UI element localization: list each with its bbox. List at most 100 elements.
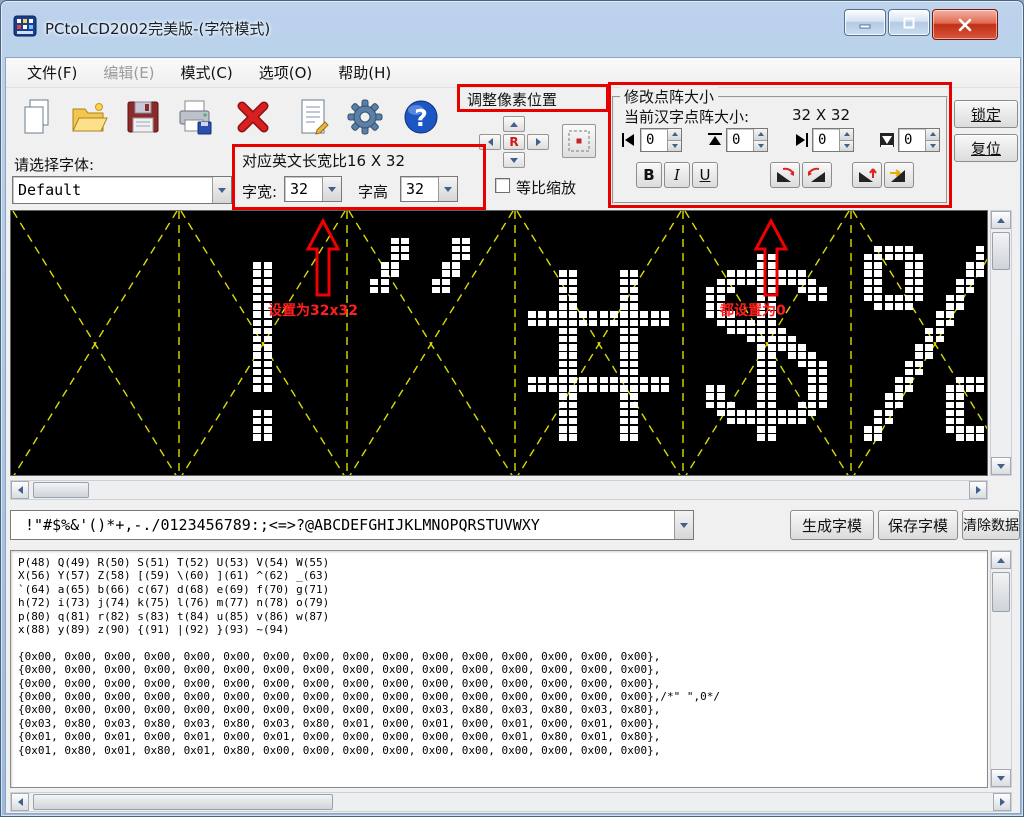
pixel-block[interactable] xyxy=(905,377,913,383)
pixel-block[interactable] xyxy=(391,262,399,268)
pixel-block[interactable] xyxy=(559,352,567,358)
pixel-block[interactable] xyxy=(808,361,816,367)
pixel-block[interactable] xyxy=(462,238,470,244)
pixel-block[interactable] xyxy=(757,344,765,350)
pixel-block[interactable] xyxy=(381,287,389,293)
pixel-block[interactable] xyxy=(253,344,261,350)
pixel-block[interactable] xyxy=(788,410,796,416)
pixel-block[interactable] xyxy=(569,320,577,326)
pixel-block[interactable] xyxy=(717,393,725,399)
pixel-block[interactable] xyxy=(432,279,440,285)
pixel-block[interactable] xyxy=(946,311,954,317)
pixel-block[interactable] xyxy=(651,320,659,326)
pixel-block[interactable] xyxy=(569,377,577,383)
scroll-up-button[interactable] xyxy=(991,551,1011,569)
pixel-block[interactable] xyxy=(569,287,577,293)
pixel-block[interactable] xyxy=(936,328,944,334)
pixel-block[interactable] xyxy=(559,410,567,416)
notes-button[interactable] xyxy=(290,94,336,140)
pixel-block[interactable] xyxy=(778,418,786,424)
pixel-block[interactable] xyxy=(915,270,923,276)
pixel-block[interactable] xyxy=(798,402,806,408)
pixel-block[interactable] xyxy=(915,254,923,260)
pixel-block[interactable] xyxy=(905,303,913,309)
pixel-block[interactable] xyxy=(798,418,806,424)
scale-checkbox[interactable] xyxy=(495,178,510,193)
pixel-block[interactable] xyxy=(768,328,776,334)
pixel-block[interactable] xyxy=(559,434,567,440)
pixel-block[interactable] xyxy=(768,344,776,350)
pixel-block[interactable] xyxy=(452,262,460,268)
pixel-block[interactable] xyxy=(253,328,261,334)
pixel-block[interactable] xyxy=(264,279,272,285)
move-left-button[interactable] xyxy=(479,134,501,150)
pixel-block[interactable] xyxy=(905,262,913,268)
output-vscroll-thumb[interactable] xyxy=(992,572,1010,612)
pixel-block[interactable] xyxy=(757,352,765,358)
pixel-block[interactable] xyxy=(630,385,638,391)
pixel-block[interactable] xyxy=(620,270,628,276)
open-button[interactable] xyxy=(66,94,112,140)
pixel-block[interactable] xyxy=(381,279,389,285)
pixel-block[interactable] xyxy=(757,361,765,367)
pixel-block[interactable] xyxy=(946,320,954,326)
pixel-block[interactable] xyxy=(768,393,776,399)
pixel-block[interactable] xyxy=(757,320,765,326)
spin-up-button[interactable] xyxy=(754,129,767,140)
pixel-block[interactable] xyxy=(987,426,988,432)
generate-font-button[interactable]: 生成字模 xyxy=(790,510,874,540)
pixel-block[interactable] xyxy=(925,344,933,350)
pixel-block[interactable] xyxy=(452,238,460,244)
pixel-block[interactable] xyxy=(757,369,765,375)
pixel-block[interactable] xyxy=(559,303,567,309)
pixel-block[interactable] xyxy=(798,352,806,358)
pixel-block[interactable] xyxy=(442,262,450,268)
pixel-block[interactable] xyxy=(549,320,557,326)
pixel-block[interactable] xyxy=(915,344,923,350)
pixel-block[interactable] xyxy=(559,320,567,326)
scroll-left-button[interactable] xyxy=(11,793,29,811)
pixel-block[interactable] xyxy=(885,254,893,260)
pixel-block[interactable] xyxy=(757,426,765,432)
pixel-block[interactable] xyxy=(717,402,725,408)
pixel-block[interactable] xyxy=(569,344,577,350)
pixel-block[interactable] xyxy=(559,279,567,285)
pixel-block[interactable] xyxy=(966,270,974,276)
pixel-block[interactable] xyxy=(798,270,806,276)
pixel-block[interactable] xyxy=(768,369,776,375)
lock-button[interactable]: 锁定 xyxy=(954,100,1018,128)
pixel-block[interactable] xyxy=(630,344,638,350)
pixel-block[interactable] xyxy=(569,303,577,309)
pixel-block[interactable] xyxy=(630,279,638,285)
pixel-block[interactable] xyxy=(589,320,597,326)
pixel-block[interactable] xyxy=(630,377,638,383)
pixel-block[interactable] xyxy=(264,434,272,440)
pixel-block[interactable] xyxy=(808,377,816,383)
pixel-block[interactable] xyxy=(549,385,557,391)
pixel-block[interactable] xyxy=(391,246,399,252)
pixel-block[interactable] xyxy=(630,402,638,408)
clear-data-button[interactable]: 清除数据 xyxy=(962,510,1020,540)
pixel-block[interactable] xyxy=(757,434,765,440)
pixel-block[interactable] xyxy=(895,385,903,391)
pixel-block[interactable] xyxy=(528,377,536,383)
pixel-block[interactable] xyxy=(905,295,913,301)
char-height-combobox[interactable]: 32 xyxy=(400,176,458,202)
pixel-block[interactable] xyxy=(569,328,577,334)
pixel-block[interactable] xyxy=(956,279,964,285)
pixel-block[interactable] xyxy=(620,336,628,342)
pixel-block[interactable] xyxy=(956,434,964,440)
spin-down-button[interactable] xyxy=(926,140,939,152)
pixel-block[interactable] xyxy=(956,426,964,432)
pixel-block[interactable] xyxy=(610,377,618,383)
pixel-block[interactable] xyxy=(727,287,735,293)
pixel-block[interactable] xyxy=(432,287,440,293)
pixel-block[interactable] xyxy=(651,311,659,317)
pixel-block[interactable] xyxy=(264,377,272,383)
pixel-block[interactable] xyxy=(442,279,450,285)
pixel-block[interactable] xyxy=(987,402,988,408)
pixel-block[interactable] xyxy=(808,385,816,391)
pixel-block[interactable] xyxy=(661,385,669,391)
pixel-block[interactable] xyxy=(610,385,618,391)
pixel-block[interactable] xyxy=(600,320,608,326)
